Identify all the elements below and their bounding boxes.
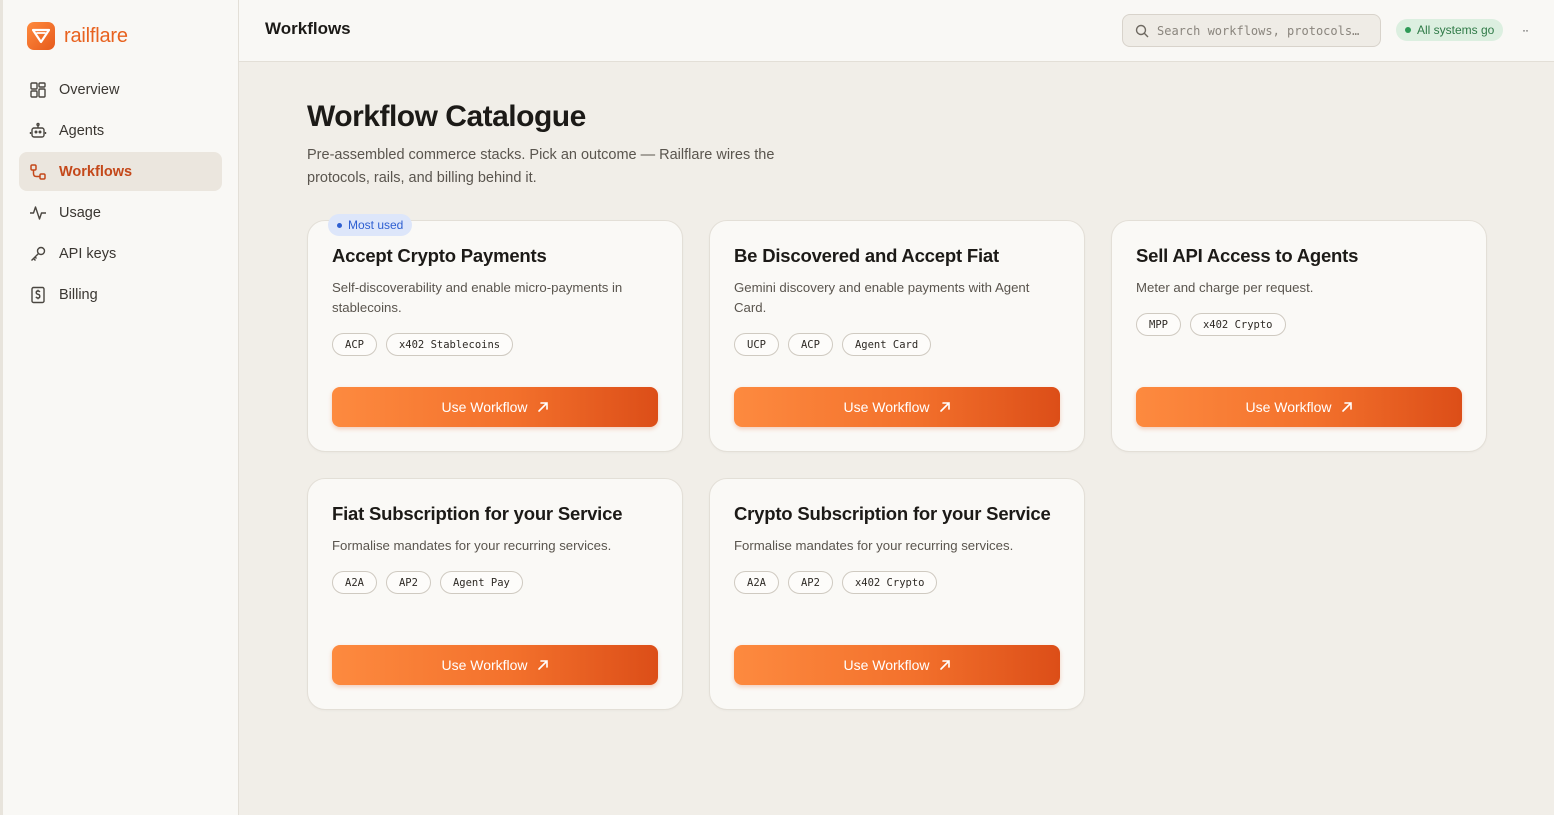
sidebar-item-agents[interactable]: Agents (19, 111, 222, 150)
protocol-tag: x402 Stablecoins (385, 333, 514, 356)
arrow-up-right-icon (537, 660, 548, 670)
protocol-tags: A2A AP2 Agent Pay (332, 571, 523, 594)
top-bar: Workflows All systems go ·· (239, 0, 1554, 62)
sidebar-nav: Overview Agents Workflows Usage API keys… (19, 70, 222, 316)
sidebar-item-label: Usage (59, 204, 101, 221)
sidebar-item-label: Agents (59, 122, 105, 139)
search-icon (1135, 24, 1149, 37)
main-content: Workflow Catalogue Pre-assembled commerc… (239, 62, 1554, 815)
page-title: Workflow Catalogue (307, 100, 586, 133)
button-label: Use Workflow (843, 657, 930, 673)
use-workflow-button[interactable]: Use Workflow (332, 387, 658, 427)
protocol-tag: A2A (734, 571, 779, 594)
card-description: Gemini discovery and enable payments wit… (734, 280, 1030, 315)
sidebar-item-workflows[interactable]: Workflows (19, 152, 222, 191)
protocol-tag: UCP (734, 333, 779, 356)
brand[interactable]: railflare (27, 22, 128, 50)
card-description: Meter and charge per request. (1136, 280, 1314, 295)
card-title: Accept Crypto Payments (332, 245, 547, 266)
page-subtitle: Pre-assembled commerce stacks. Pick an o… (307, 147, 775, 186)
activity-icon (30, 205, 46, 220)
status-badge: All systems go (1396, 19, 1504, 41)
sidebar-item-usage[interactable]: Usage (19, 193, 222, 232)
badge-label: Most used (348, 218, 404, 232)
use-workflow-button[interactable]: Use Workflow (734, 645, 1060, 685)
more-menu-icon[interactable]: ·· (1522, 22, 1529, 38)
use-workflow-button[interactable]: Use Workflow (332, 645, 658, 685)
card-title: Sell API Access to Agents (1136, 245, 1359, 266)
arrow-up-right-icon (537, 402, 548, 412)
button-label: Use Workflow (1245, 399, 1332, 415)
search-input[interactable] (1157, 23, 1377, 38)
workflow-icon (30, 163, 46, 180)
card-title: Fiat Subscription for your Service (332, 503, 623, 524)
protocol-tag: Agent Pay (439, 571, 523, 594)
brand-name: railflare (64, 24, 128, 47)
sidebar-item-label: Billing (59, 286, 98, 303)
railflare-logo-icon (27, 22, 55, 50)
grid-icon (30, 81, 46, 98)
button-label: Use Workflow (441, 399, 528, 415)
card-description: Self-discoverability and enable micro-pa… (332, 280, 623, 315)
protocol-tag: A2A (332, 571, 377, 594)
sidebar-item-label: Overview (59, 81, 120, 98)
button-label: Use Workflow (441, 657, 528, 673)
workflow-card-crypto-subscription: Crypto Subscription for your Service For… (709, 478, 1085, 710)
protocol-tags: A2A AP2 x402 Crypto (734, 571, 938, 594)
arrow-up-right-icon (1341, 402, 1352, 412)
sidebar-item-billing[interactable]: Billing (19, 275, 222, 314)
card-title: Crypto Subscription for your Service (734, 503, 1051, 524)
page-header-title: Workflows (265, 19, 351, 38)
card-description: Formalise mandates for your recurring se… (734, 538, 1014, 553)
workflow-card-discovered-fiat: Be Discovered and Accept Fiat Gemini dis… (709, 220, 1085, 452)
protocol-tag: AP2 (385, 571, 431, 594)
arrow-up-right-icon (939, 660, 950, 670)
search-box[interactable] (1122, 14, 1381, 47)
key-icon (31, 246, 46, 261)
use-workflow-button[interactable]: Use Workflow (1136, 387, 1462, 427)
sidebar-item-api-keys[interactable]: API keys (19, 234, 222, 273)
sidebar: railflare Overview Agents Workflows Usag… (0, 0, 239, 815)
protocol-tag: x402 Crypto (841, 571, 938, 594)
protocol-tag: x402 Crypto (1189, 313, 1286, 336)
workflow-card-fiat-subscription: Fiat Subscription for your Service Forma… (307, 478, 683, 710)
arrow-up-right-icon (939, 402, 950, 412)
protocol-tag: AP2 (787, 571, 833, 594)
workflow-card-sell-api: Sell API Access to Agents Meter and char… (1111, 220, 1487, 452)
card-title: Be Discovered and Accept Fiat (734, 245, 999, 266)
sidebar-item-label: API keys (59, 245, 117, 262)
sidebar-item-label: Workflows (59, 163, 133, 180)
use-workflow-button[interactable]: Use Workflow (734, 387, 1060, 427)
status-dot-icon (1405, 27, 1411, 33)
protocol-tags: ACP x402 Stablecoins (332, 333, 514, 356)
protocol-tag: Agent Card (841, 333, 932, 356)
card-description: Formalise mandates for your recurring se… (332, 538, 612, 553)
protocol-tags: UCP ACP Agent Card (734, 333, 932, 356)
billing-icon (31, 286, 45, 303)
sidebar-item-overview[interactable]: Overview (19, 70, 222, 109)
badge-dot-icon (337, 222, 342, 228)
status-label: All systems go (1417, 23, 1495, 37)
workflow-card-accept-crypto: Most used Accept Crypto Payments Self-di… (307, 214, 683, 452)
protocol-tag: MPP (1136, 313, 1181, 336)
button-label: Use Workflow (843, 399, 930, 415)
protocol-tag: ACP (332, 333, 377, 356)
protocol-tags: MPP x402 Crypto (1136, 313, 1286, 336)
protocol-tag: ACP (787, 333, 833, 356)
most-used-badge: Most used (328, 214, 413, 236)
robot-icon (29, 122, 47, 138)
